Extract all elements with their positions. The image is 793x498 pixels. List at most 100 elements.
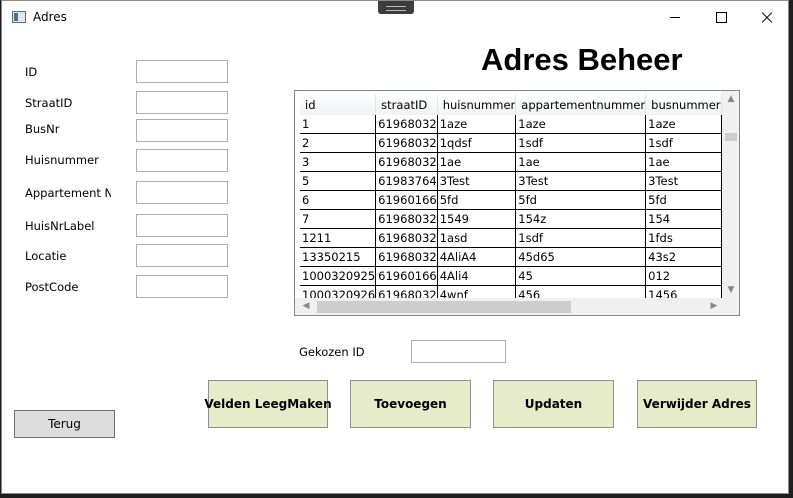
column-header-straatid[interactable]: straatID xyxy=(375,94,438,115)
scrollbar-corner xyxy=(722,298,739,315)
scroll-up-icon[interactable]: ▲ xyxy=(726,94,736,104)
table-cell[interactable]: 012 xyxy=(645,266,722,286)
table-cell[interactable]: 1211 xyxy=(300,228,377,248)
table-cell[interactable]: 43s2 xyxy=(645,247,722,267)
huisnrlabel-field[interactable] xyxy=(136,214,228,237)
table-cell[interactable]: 4Ali4 xyxy=(437,266,517,286)
table-cell[interactable]: 1549 xyxy=(437,209,517,229)
delete-address-button[interactable]: Verwijder Adres xyxy=(637,380,757,428)
table-cell[interactable]: 1sdf xyxy=(645,133,722,153)
horizontal-scrollbar[interactable]: ◀ ▶ xyxy=(295,298,723,315)
table-cell[interactable]: 61983764 xyxy=(375,171,438,191)
table-cell[interactable]: 61968032 xyxy=(375,247,438,267)
column-header-huisnummer[interactable]: huisnummer xyxy=(437,94,517,115)
table-row[interactable]: 2619680321qdsf1sdf1sdf1dg xyxy=(300,133,739,153)
table-cell[interactable]: 61968032 xyxy=(375,228,438,248)
locatie-field[interactable] xyxy=(136,244,228,267)
scroll-down-icon[interactable]: ▼ xyxy=(726,285,736,295)
table-row[interactable]: 7619680321549154z154154 xyxy=(300,209,739,229)
table-cell[interactable]: 1sdf xyxy=(515,133,647,153)
table-cell[interactable]: 3 xyxy=(300,152,377,172)
table-cell[interactable]: 3Test xyxy=(437,171,517,191)
maximize-button[interactable] xyxy=(698,1,744,33)
title-bar[interactable]: Adres xyxy=(2,1,788,33)
table-cell[interactable]: 1000320925 xyxy=(300,266,377,286)
gekozen-id-field[interactable] xyxy=(411,340,506,363)
add-button[interactable]: Toevoegen xyxy=(350,380,471,428)
table-cell[interactable]: 1aze xyxy=(437,115,517,134)
table-cell[interactable]: 1aze xyxy=(515,115,647,134)
table-row[interactable]: 6619601665fd5fd5fd5fd xyxy=(300,190,739,210)
table-cell[interactable]: 4AliA4 xyxy=(437,247,517,267)
table-cell[interactable]: 1fds xyxy=(645,228,722,248)
scroll-left-icon[interactable]: ◀ xyxy=(301,300,311,312)
appartement-nr-field[interactable] xyxy=(136,181,228,204)
table-cell[interactable]: 13350215 xyxy=(300,247,377,267)
table-cell[interactable]: 1aze xyxy=(645,115,722,134)
huisnrlabel-label: HuisNrLabel xyxy=(25,219,95,233)
table-cell[interactable]: 1sdf xyxy=(515,228,647,248)
table-cell[interactable]: 2 xyxy=(300,133,377,153)
huisnummer-field[interactable] xyxy=(136,149,228,172)
column-header-busnummer[interactable]: busnummer xyxy=(645,94,722,115)
table-cell[interactable]: 61960166 xyxy=(375,266,438,286)
table-cell[interactable]: 45 xyxy=(515,266,647,286)
table-row[interactable]: 1000320925619601664Ali4450122-4 xyxy=(300,266,739,286)
id-field[interactable] xyxy=(136,60,228,83)
vertical-scroll-thumb[interactable] xyxy=(725,133,737,141)
window-title: Adres xyxy=(33,10,67,24)
postcode-field[interactable] xyxy=(136,275,228,298)
locatie-label: Locatie xyxy=(25,249,67,263)
table-cell[interactable]: 1qdsf xyxy=(437,133,517,153)
vertical-scrollbar[interactable]: ▲ ▼ xyxy=(722,91,739,298)
table-row[interactable]: 3 61968032 1ae 1ae 1ae xyxy=(300,152,739,172)
table-cell[interactable]: 154z xyxy=(515,209,647,229)
address-data-grid[interactable]: id straatID huisnummer appartementnummer… xyxy=(294,90,740,316)
scroll-right-icon[interactable]: ▶ xyxy=(709,300,719,312)
table-row[interactable]: 13350215619680324AliA445d6543s268f xyxy=(300,247,739,267)
column-header-id[interactable]: id xyxy=(300,94,377,115)
table-cell[interactable]: 3Test xyxy=(645,171,722,191)
table-cell[interactable]: 61968032 xyxy=(375,152,438,172)
table-row[interactable]: 1 61968032 1aze 1aze 1aze xyxy=(300,115,739,134)
huisnummer-label: Huisnummer xyxy=(25,153,99,167)
table-row[interactable]: 5 61983764 3Test 3Test 3Test xyxy=(300,171,739,191)
busnr-field[interactable] xyxy=(136,119,228,142)
table-row[interactable]: 1211619680321asd1sdf1fds1df xyxy=(300,228,739,248)
table-cell[interactable]: 154 xyxy=(645,209,722,229)
table-cell[interactable]: 1ae xyxy=(645,152,722,172)
table-cell[interactable]: 61968032 xyxy=(375,209,438,229)
table-cell[interactable]: 1ae xyxy=(437,152,517,172)
table-cell[interactable]: 1asd xyxy=(437,228,517,248)
close-button[interactable] xyxy=(744,1,788,33)
update-button[interactable]: Updaten xyxy=(493,380,614,428)
page-title: Adres Beheer xyxy=(481,42,683,77)
back-button[interactable]: Terug xyxy=(14,410,115,438)
table-cell[interactable]: 6 xyxy=(300,190,377,210)
straatid-field[interactable] xyxy=(136,91,228,114)
minimize-button[interactable] xyxy=(652,1,698,33)
table-cell[interactable]: 61968032 xyxy=(375,133,438,153)
table-cell[interactable]: 7 xyxy=(300,209,377,229)
column-header-appartementnummer[interactable]: appartementnummer xyxy=(515,94,647,115)
table-header-row: id straatID huisnummer appartementnummer… xyxy=(300,94,739,115)
adres-window: Adres ID StraatID BusNr Huisnummer Appar… xyxy=(1,0,789,494)
drag-handle-icon[interactable] xyxy=(378,1,414,14)
table-cell[interactable]: 3Test xyxy=(515,171,647,191)
table-cell[interactable]: 61968032 xyxy=(375,115,438,134)
table-cell[interactable]: 1 xyxy=(300,115,377,134)
table-cell[interactable]: 45d65 xyxy=(515,247,647,267)
clear-fields-button[interactable]: Velden LeegMaken xyxy=(204,380,332,428)
gekozen-id-label: Gekozen ID xyxy=(299,345,365,359)
table-cell[interactable]: 5fd xyxy=(437,190,517,210)
appartement-nr-label: Appartement Nr xyxy=(25,186,111,200)
table-cell[interactable]: 5 xyxy=(300,171,377,191)
horizontal-scroll-thumb[interactable] xyxy=(317,301,571,313)
table-cell[interactable]: 5fd xyxy=(645,190,722,210)
table-cell[interactable]: 61960166 xyxy=(375,190,438,210)
address-table: id straatID huisnummer appartementnummer… xyxy=(300,94,739,305)
postcode-label: PostCode xyxy=(25,280,79,294)
id-label: ID xyxy=(25,65,38,79)
table-cell[interactable]: 1ae xyxy=(515,152,647,172)
table-cell[interactable]: 5fd xyxy=(515,190,647,210)
